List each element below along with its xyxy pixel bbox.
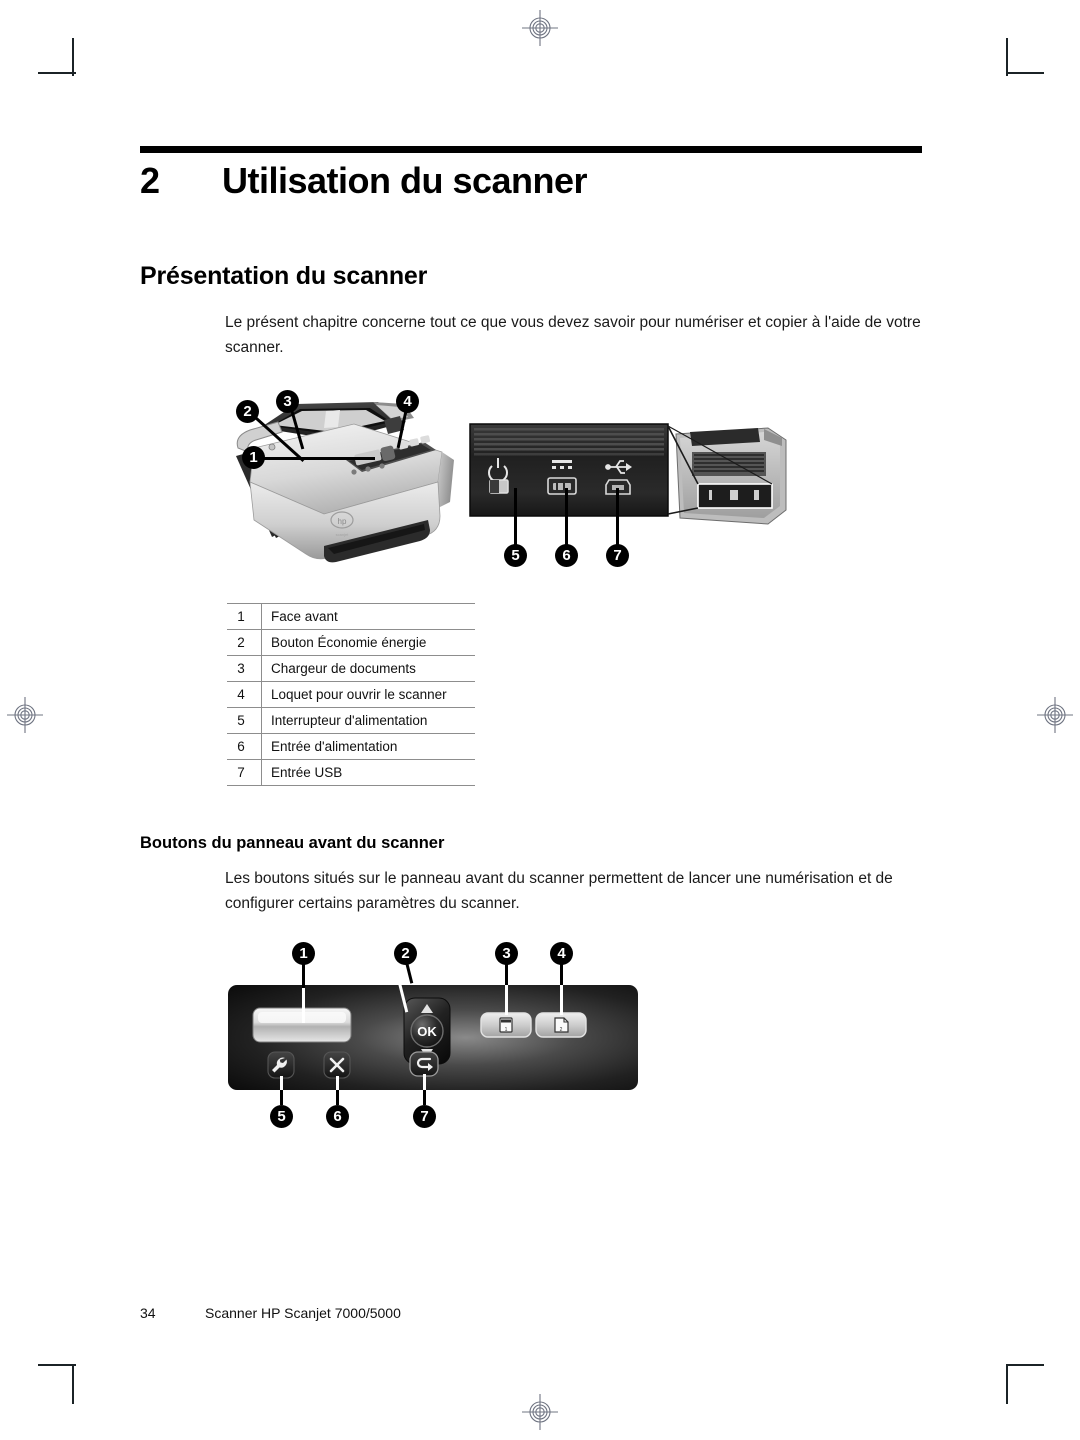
- svg-text:1: 1: [505, 1027, 508, 1033]
- callout-scanner-3: 3: [276, 390, 299, 413]
- footer-text: Scanner HP Scanjet 7000/5000: [205, 1305, 401, 1321]
- svg-text:OK: OK: [417, 1024, 437, 1039]
- leader-line-cp-6: [336, 1090, 339, 1105]
- leader-line-1: [260, 457, 375, 460]
- leader-line-cp-1-white: [302, 988, 305, 1023]
- scanner-illustration: hp scanjet: [236, 402, 454, 563]
- section-heading-buttons: Boutons du panneau avant du scanner: [140, 834, 445, 852]
- callout-panel-2: 2: [394, 942, 417, 965]
- callout-scanner-2: 2: [236, 400, 259, 423]
- callout-rear-6: 6: [555, 544, 578, 567]
- parts-legend-table: 1 Face avant 2 Bouton Économie énergie 3…: [227, 603, 475, 786]
- callout-panel-7: 7: [413, 1105, 436, 1128]
- figure-rear-ports: 5 6 7: [468, 418, 793, 573]
- table-row: 5 Interrupteur d'alimentation: [227, 707, 475, 734]
- legend-number: 3: [227, 655, 262, 682]
- figure-scanner-overview: hp scanjet 1 2 3 4: [228, 386, 463, 571]
- callout-panel-4: 4: [550, 942, 573, 965]
- table-row: 6 Entrée d'alimentation: [227, 733, 475, 760]
- table-row: 7 Entrée USB: [227, 759, 475, 786]
- legend-number: 2: [227, 629, 262, 656]
- table-row: 3 Chargeur de documents: [227, 655, 475, 682]
- legend-label: Interrupteur d'alimentation: [271, 713, 428, 728]
- legend-label: Entrée d'alimentation: [271, 739, 398, 754]
- callout-panel-3: 3: [495, 942, 518, 965]
- control-panel-illustration: OK 1 2: [228, 985, 638, 1090]
- leader-line-cp-5-white: [280, 1076, 283, 1090]
- leader-line-6: [565, 488, 568, 546]
- leader-line-cp-4-white: [560, 985, 563, 1015]
- legend-label: Entrée USB: [271, 765, 343, 780]
- leader-line-cp-3-white: [505, 985, 508, 1015]
- leader-line-cp-7-white: [423, 1074, 426, 1090]
- table-row: 4 Loquet pour ouvrir le scanner: [227, 681, 475, 708]
- buttons-paragraph: Les boutons situés sur le panneau avant …: [225, 870, 893, 912]
- legend-label: Chargeur de documents: [271, 661, 416, 676]
- table-row: 1 Face avant: [227, 603, 475, 630]
- callout-scanner-4: 4: [396, 390, 419, 413]
- callout-panel-6: 6: [326, 1105, 349, 1128]
- legend-label: Bouton Économie énergie: [271, 635, 427, 650]
- chapter-title: Utilisation du scanner: [222, 160, 588, 201]
- callout-panel-5: 5: [270, 1105, 293, 1128]
- leader-line-cp-6-white: [336, 1076, 339, 1090]
- svg-text:2: 2: [560, 1027, 563, 1033]
- page-title: Présentation du scanner: [140, 262, 428, 290]
- svg-text:hp: hp: [338, 517, 347, 526]
- chapter-rule: [140, 146, 922, 153]
- legend-label: Face avant: [271, 609, 338, 624]
- callout-rear-5: 5: [504, 544, 527, 567]
- intro-paragraph: Le présent chapitre concerne tout ce que…: [225, 314, 921, 356]
- table-row: 2 Bouton Économie énergie: [227, 629, 475, 656]
- leader-line-7: [616, 488, 619, 546]
- leader-line-cp-5: [280, 1090, 283, 1105]
- legend-number: 1: [227, 603, 262, 630]
- chapter-heading: 2 Utilisation du scanner: [140, 160, 930, 202]
- callout-rear-7: 7: [606, 544, 629, 567]
- page-footer: 34 Scanner HP Scanjet 7000/5000: [140, 1305, 401, 1321]
- legend-number: 4: [227, 681, 262, 708]
- svg-text:scanjet: scanjet: [336, 532, 350, 537]
- leader-line-cp-7: [423, 1090, 426, 1105]
- legend-number: 7: [227, 759, 262, 786]
- figure-control-panel: OK 1 2 1 2 3 4 5 6 7: [228, 940, 638, 1135]
- legend-number: 5: [227, 707, 262, 734]
- chapter-number: 2: [140, 160, 160, 201]
- document-page: 2 Utilisation du scanner Présentation du…: [0, 0, 1080, 1440]
- callout-panel-1: 1: [292, 942, 315, 965]
- legend-number: 6: [227, 733, 262, 760]
- page-number: 34: [140, 1305, 156, 1321]
- callout-scanner-1: 1: [242, 446, 265, 469]
- leader-line-5: [514, 488, 517, 546]
- legend-label: Loquet pour ouvrir le scanner: [271, 687, 447, 702]
